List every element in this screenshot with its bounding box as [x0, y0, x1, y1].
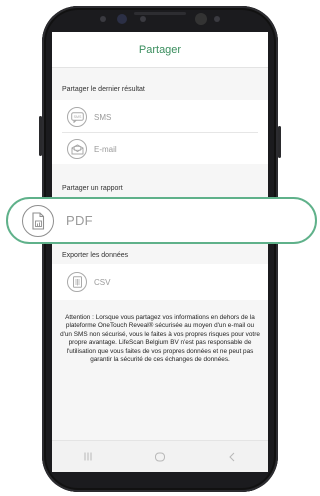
email-label: E-mail [94, 144, 117, 154]
recents-button[interactable] [73, 445, 103, 469]
volume-button [39, 116, 42, 156]
pdf-label: PDF [66, 213, 93, 228]
sms-icon: SMS [67, 107, 87, 127]
iris-camera-icon [117, 14, 127, 24]
share-email-item[interactable]: E-mail [52, 134, 268, 164]
share-pdf-item[interactable]: PDF [6, 197, 317, 244]
section-title-export-data: Exporter les données [62, 252, 129, 259]
home-button[interactable] [145, 445, 175, 469]
recents-icon [84, 452, 92, 461]
section-title-share-report: Partager un rapport [62, 185, 123, 192]
divider [62, 132, 258, 133]
phone-screen: Partager Partager le dernier résultat SM… [52, 32, 268, 472]
back-button[interactable] [217, 445, 247, 469]
system-nav-bar [52, 440, 268, 472]
share-sms-item[interactable]: SMS SMS [52, 102, 268, 132]
email-icon [67, 139, 87, 159]
csv-file-icon [67, 272, 87, 292]
power-button [278, 126, 281, 158]
sensor-icon [100, 16, 106, 22]
app-bar: Partager [52, 32, 268, 68]
sms-label: SMS [94, 112, 112, 122]
export-data-list: CSV [52, 264, 268, 300]
section-title-share-last-result: Partager le dernier résultat [62, 86, 145, 93]
home-icon [155, 452, 165, 461]
back-icon [229, 452, 235, 461]
page-title: Partager [138, 43, 182, 56]
earpiece-speaker [134, 12, 186, 15]
share-last-result-list: SMS SMS E-mail [52, 100, 268, 164]
svg-text:SMS: SMS [73, 115, 81, 119]
front-camera-icon [195, 13, 207, 25]
csv-label: CSV [94, 277, 111, 287]
export-csv-item[interactable]: CSV [52, 267, 268, 297]
proximity-sensor-icon [140, 16, 146, 22]
attention-disclaimer: Attention : Lorsque vous partagez vos in… [60, 314, 260, 364]
pdf-document-icon [22, 204, 54, 237]
light-sensor-icon [214, 16, 220, 22]
